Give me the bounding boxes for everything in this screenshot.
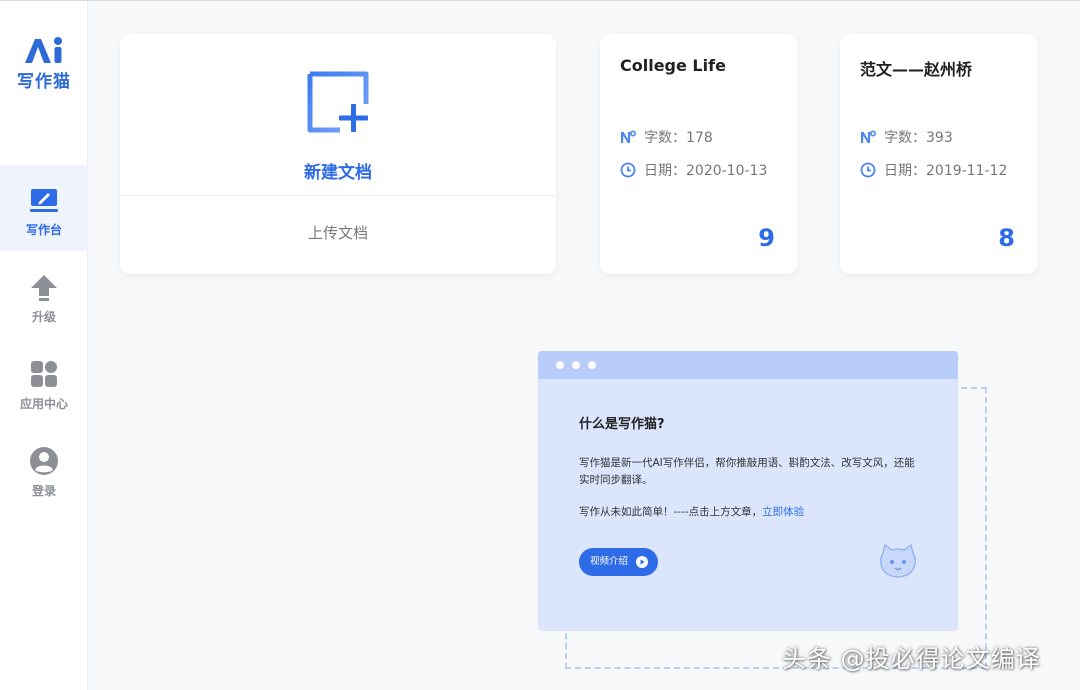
sidebar-item-label: 升级: [31, 310, 56, 324]
intro-tip: 写作从未如此简单！----点击上方文章，立即体验: [579, 506, 805, 518]
new-document-plus-icon: [307, 71, 369, 133]
sidebar-item-label: 登录: [31, 484, 56, 498]
play-icon: [636, 556, 648, 568]
sidebar-item-writing-desk[interactable]: 写作台: [0, 165, 88, 251]
numero-icon: [621, 130, 636, 143]
intro-description: 写作猫是新一代AI写作伴侣，帮你推敲用语、斟酌文法、改写文风，还能实时同步翻译。: [579, 457, 915, 486]
document-card[interactable]: 范文——赵州桥 字数：393 日期：2019-11-12 8: [840, 34, 1037, 274]
document-title: College Life: [620, 56, 726, 75]
sidebar-item-app-center[interactable]: 应用中心: [0, 339, 88, 425]
user-avatar-icon: [30, 447, 58, 475]
new-document-label: 新建文档: [304, 163, 372, 183]
document-word-count: 字数：393: [860, 127, 953, 147]
sidebar-item-label: 应用中心: [19, 397, 68, 411]
logo-mark-icon: [25, 37, 62, 63]
video-intro-button[interactable]: 视频介绍: [579, 548, 658, 576]
upload-arrow-icon: [31, 275, 57, 301]
numero-icon: [861, 130, 876, 143]
watermark: 头条 @投必得论文编译: [782, 645, 1041, 673]
intro-panel: 什么是写作猫? 写作猫是新一代AI写作伴侣，帮你推敲用语、斟酌文法、改写文风，还…: [538, 351, 958, 631]
document-title: 范文——赵州桥: [860, 60, 973, 79]
new-document-button[interactable]: 新建文档: [120, 34, 556, 196]
sidebar-item-login[interactable]: 登录: [0, 426, 88, 512]
clock-icon: [860, 162, 876, 178]
apps-grid-icon: [31, 361, 57, 387]
app-logo[interactable]: 写作猫: [0, 35, 88, 95]
logo-text: 写作猫: [17, 72, 71, 92]
sidebar-item-upgrade[interactable]: 升级: [0, 252, 88, 338]
document-count: 8: [998, 224, 1015, 252]
sidebar: 写作猫 写作台 升级 应用中心 登录: [0, 1, 88, 690]
cat-mascot-icon: [880, 543, 916, 578]
upload-document-button[interactable]: 上传文档: [120, 222, 556, 243]
document-date: 日期：2019-11-12: [860, 160, 1007, 180]
document-word-count: 字数：178: [620, 127, 713, 147]
pen-board-icon: [30, 189, 58, 212]
window-dot: [556, 361, 564, 369]
window-dot: [588, 361, 596, 369]
clock-icon: [620, 162, 636, 178]
document-date: 日期：2020-10-13: [620, 160, 767, 180]
window-dot: [572, 361, 580, 369]
intro-window-bar: [538, 351, 958, 379]
intro-heading: 什么是写作猫?: [579, 417, 665, 432]
document-card[interactable]: College Life 字数：178 日期：2020-10-13 9: [600, 34, 797, 274]
document-count: 9: [758, 224, 775, 252]
sidebar-item-label: 写作台: [25, 223, 62, 237]
new-document-card: 新建文档 上传文档: [120, 34, 556, 274]
try-now-link[interactable]: 立即体验: [762, 506, 804, 518]
